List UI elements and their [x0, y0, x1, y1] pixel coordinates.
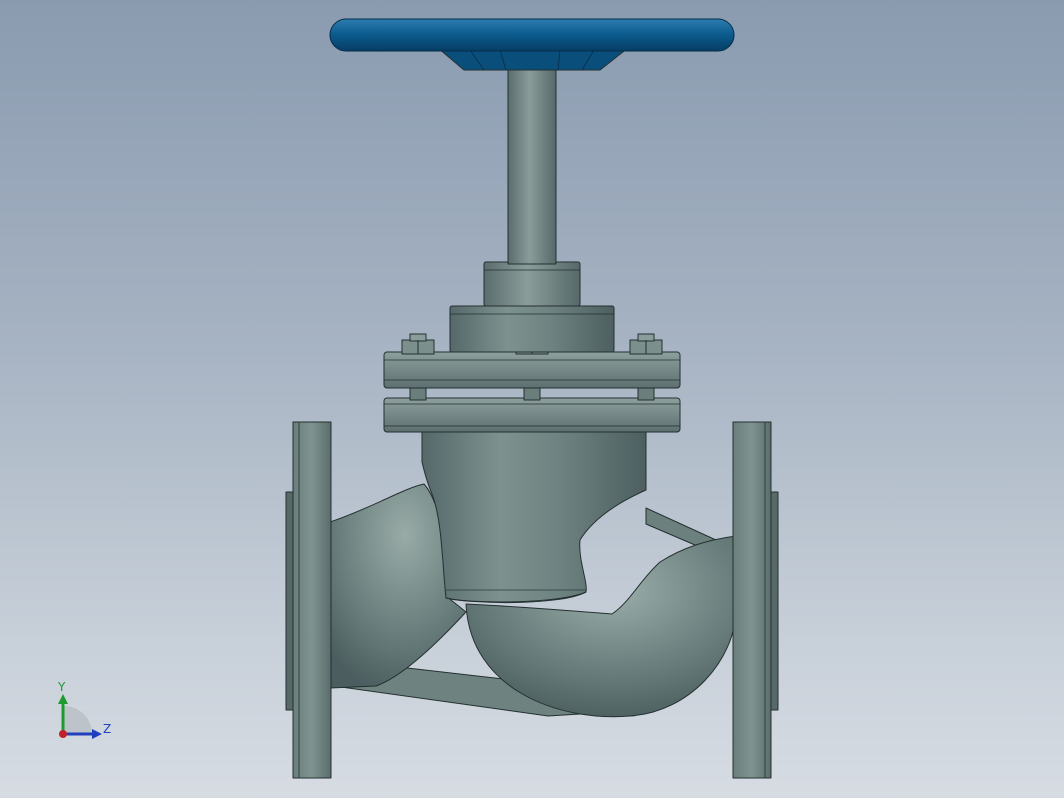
handwheel-rim [329, 18, 735, 52]
z-axis-label: Z [103, 722, 112, 736]
triad-plane-indicator [64, 706, 92, 734]
y-axis-label: Y [58, 680, 66, 694]
cad-graphics-viewport[interactable]: Y Z [0, 0, 1064, 798]
gland-nut [483, 261, 581, 307]
valve-model[interactable] [0, 0, 1064, 798]
body-flange [383, 397, 681, 433]
gland-housing [449, 305, 615, 353]
triad-origin [59, 730, 67, 738]
stem [507, 61, 557, 265]
bonnet-body [421, 429, 647, 603]
bonnet-flange [383, 351, 681, 389]
